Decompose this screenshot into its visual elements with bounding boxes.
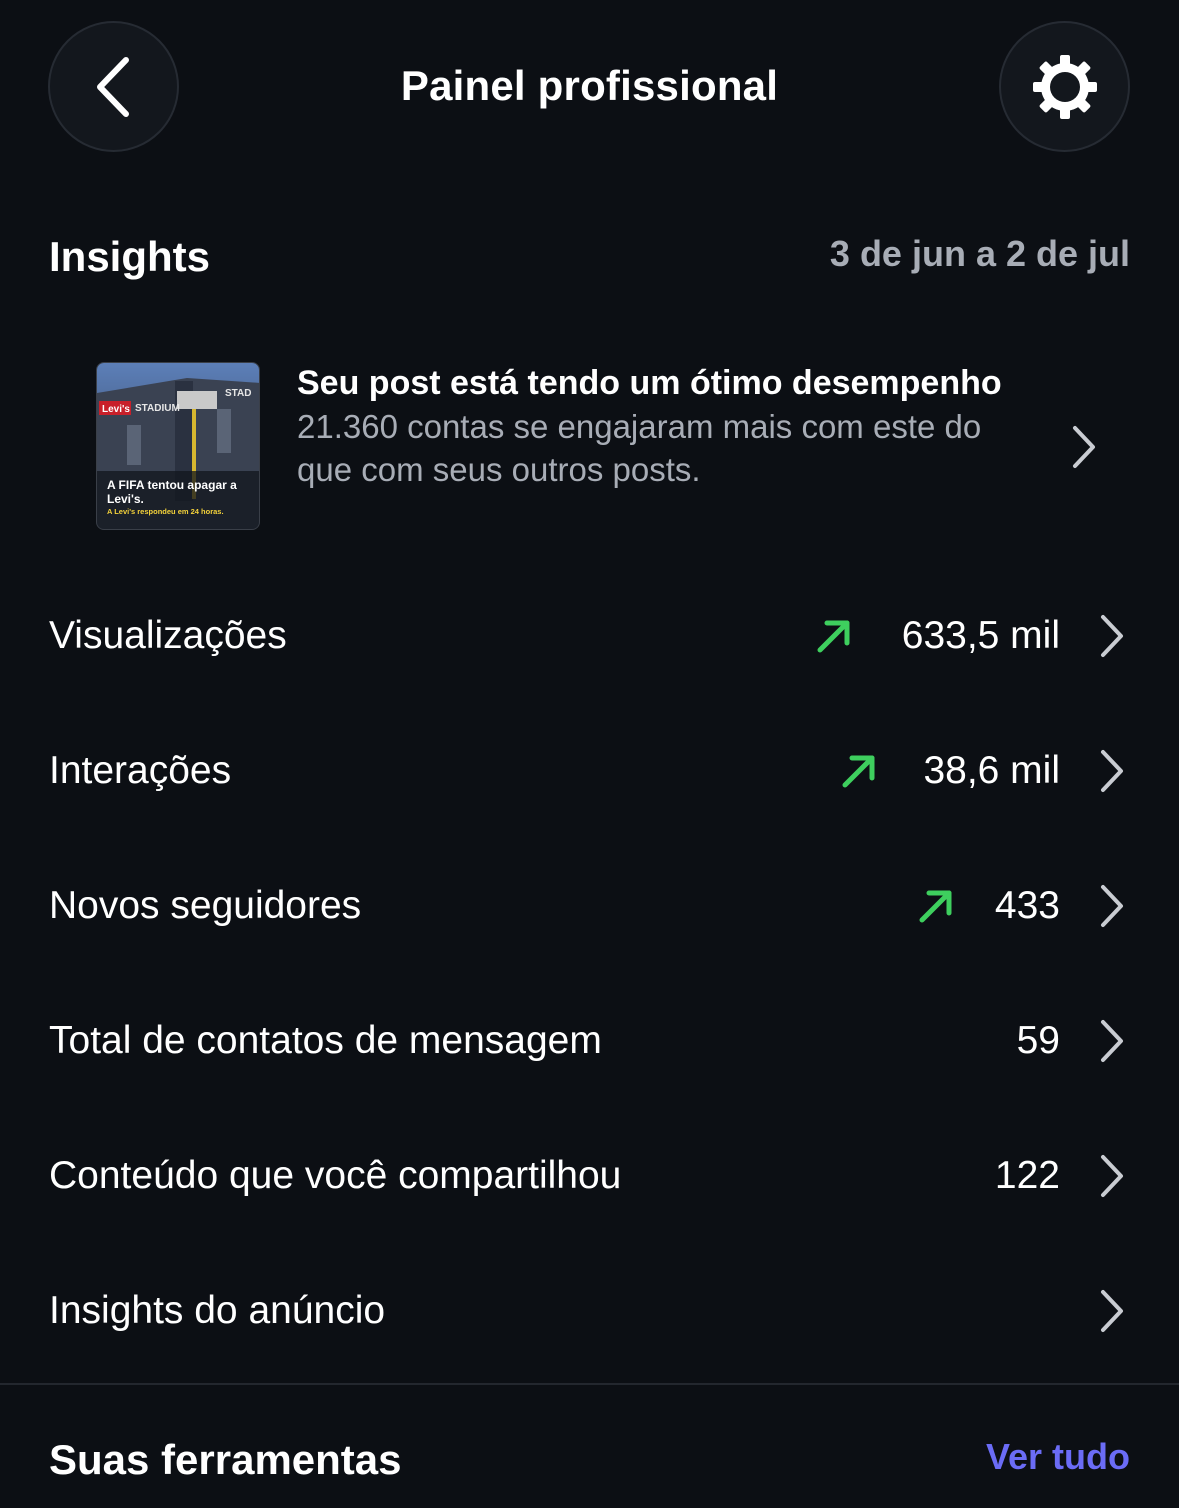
metric-label: Interações <box>49 748 232 792</box>
metric-value: 38,6 mil <box>923 748 1060 792</box>
chevron-right-icon <box>1101 884 1123 927</box>
metric-label: Visualizações <box>49 613 287 657</box>
metric-row-message-contacts[interactable]: Total de contatos de mensagem 59 <box>0 973 1179 1108</box>
insights-title: Insights <box>49 233 211 280</box>
trend-up-icon <box>817 620 850 652</box>
trend-up-icon <box>842 755 875 787</box>
metric-row-content-shared[interactable]: Conteúdo que você compartilhou 122 <box>0 1108 1179 1243</box>
metric-value: 122 <box>994 1153 1060 1197</box>
highlight-description: 21.360 contas se engajaram mais com este… <box>297 408 982 488</box>
thumb-headline: A FIFA tentou apagar a Levi's. <box>107 478 237 506</box>
metric-row-views[interactable]: Visualizações 633,5 mil <box>0 568 1179 703</box>
gear-icon <box>1032 54 1097 119</box>
metric-label: Conteúdo que você compartilhou <box>49 1153 622 1197</box>
metric-label: Insights do anúncio <box>49 1288 386 1332</box>
metric-value: 59 <box>1016 1018 1060 1062</box>
tools-title: Suas ferramentas <box>49 1436 402 1483</box>
thumb-stadium-text-2: STAD <box>225 388 251 399</box>
date-range[interactable]: 3 de jun a 2 de jul <box>830 233 1130 275</box>
metric-row-new-followers[interactable]: Novos seguidores 433 <box>0 838 1179 973</box>
section-divider <box>0 1383 1179 1385</box>
top-post-highlight[interactable]: Levi's STADIUM STAD A FIFA tentou apagar… <box>96 362 1136 532</box>
metric-label: Total de contatos de mensagem <box>49 1018 602 1062</box>
post-thumbnail: Levi's STADIUM STAD A FIFA tentou apagar… <box>96 362 260 530</box>
highlight-title: Seu post está tendo um ótimo desempenho <box>297 364 1002 402</box>
chevron-right-icon <box>1101 1154 1123 1197</box>
metric-row-interactions[interactable]: Interações 38,6 mil <box>0 703 1179 838</box>
thumb-sub: A Levi's respondeu em 24 horas. <box>107 507 224 516</box>
thumb-sign-text: Levi's <box>102 404 130 415</box>
settings-button[interactable] <box>999 21 1130 152</box>
metric-value: 433 <box>994 883 1060 927</box>
see-all-link[interactable]: Ver tudo <box>986 1436 1130 1478</box>
chevron-right-icon <box>1101 614 1123 657</box>
thumb-stadium-text: STADIUM <box>135 403 180 414</box>
professional-dashboard: Painel profissional Insights 3 de jun a … <box>0 0 1179 1508</box>
chevron-right-icon <box>1073 426 1095 468</box>
chevron-right-icon <box>1101 1289 1123 1332</box>
metric-row-ad-insights[interactable]: Insights do anúncio <box>0 1243 1179 1378</box>
highlight-text: Seu post está tendo um ótimo desempenho … <box>297 362 1017 491</box>
chevron-right-icon <box>1101 749 1123 792</box>
metric-label: Novos seguidores <box>49 883 362 927</box>
chevron-right-icon <box>1101 1019 1123 1062</box>
metric-value: 633,5 mil <box>901 613 1060 657</box>
trend-up-icon <box>919 890 952 922</box>
